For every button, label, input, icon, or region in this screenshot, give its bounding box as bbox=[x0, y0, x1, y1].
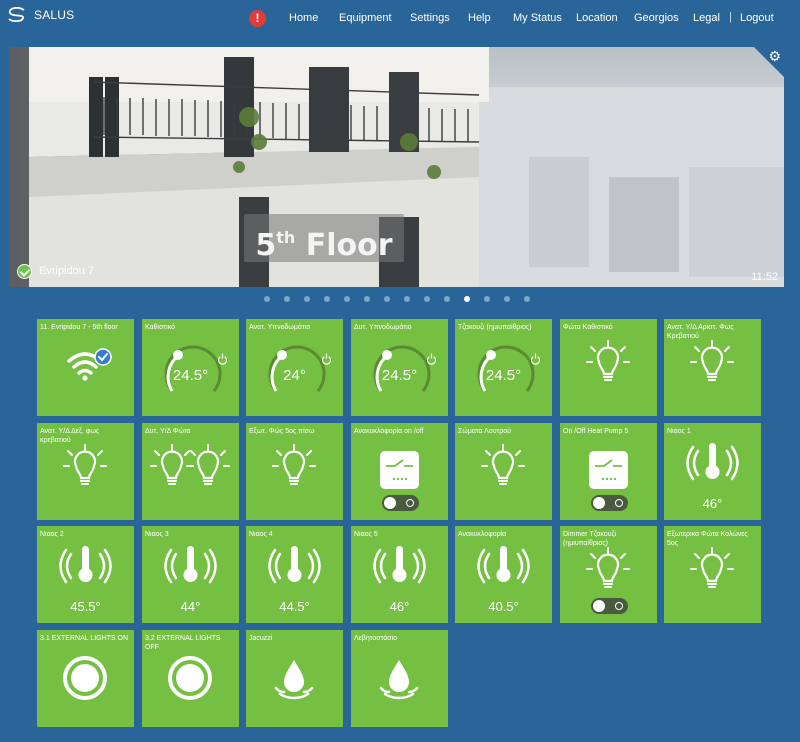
salus-logo[interactable]: SALUS bbox=[6, 7, 74, 23]
location-name: Evripidou 7 bbox=[39, 265, 95, 277]
carousel-dot[interactable] bbox=[484, 296, 490, 302]
device-tile[interactable]: Νιαος 1 46° bbox=[664, 423, 761, 520]
device-tile[interactable]: Τζακουζι (ημιυπαίθριος) 24.5° bbox=[455, 319, 552, 416]
toggle-knob bbox=[593, 497, 605, 509]
carousel-dot[interactable] bbox=[444, 296, 450, 302]
nav-equipment[interactable]: Equipment bbox=[339, 12, 392, 24]
device-tile[interactable]: Jacuzzi bbox=[246, 630, 343, 727]
toggle-knob bbox=[384, 497, 396, 509]
device-tile-value: 24° bbox=[283, 367, 306, 384]
floor-word: Floor bbox=[305, 228, 393, 263]
floor-number: 5 bbox=[255, 228, 277, 263]
power-icon[interactable] bbox=[531, 349, 541, 361]
carousel-dot[interactable] bbox=[504, 296, 510, 302]
carousel-dot[interactable] bbox=[344, 296, 350, 302]
toggle-switch[interactable] bbox=[591, 598, 628, 614]
device-tile[interactable]: Ανακυκλοφορία on /off bbox=[351, 423, 448, 520]
power-icon[interactable] bbox=[427, 349, 437, 361]
device-tile-value: 45.5° bbox=[70, 599, 101, 614]
current-time: 11:52 bbox=[751, 271, 778, 283]
nav-user[interactable]: Georgios bbox=[634, 12, 679, 24]
salus-logo-icon bbox=[8, 7, 25, 23]
device-tile[interactable]: Καθιστικό 24.5° bbox=[142, 319, 239, 416]
carousel-dot[interactable] bbox=[524, 296, 530, 302]
power-icon[interactable] bbox=[218, 349, 228, 361]
toggle-off-indicator bbox=[406, 499, 414, 507]
nav-settings[interactable]: Settings bbox=[410, 12, 450, 24]
carousel-dot[interactable] bbox=[384, 296, 390, 302]
device-tile[interactable]: Φώτα Καθιστικό bbox=[560, 319, 657, 416]
device-tile-value: 40.5° bbox=[488, 599, 519, 614]
device-tile-value: 24.5° bbox=[485, 367, 522, 384]
device-tile[interactable]: Σώματα Λουτρού bbox=[455, 423, 552, 520]
device-tile[interactable]: Νιαος 5 46° bbox=[351, 526, 448, 623]
device-tile-value: 24.5° bbox=[172, 367, 209, 384]
device-tile[interactable]: Νιαος 4 44.5° bbox=[246, 526, 343, 623]
toggle-off-indicator bbox=[615, 499, 623, 507]
carousel-dot[interactable] bbox=[324, 296, 330, 302]
logout-link[interactable]: Logout bbox=[740, 12, 774, 24]
top-nav: SALUS ! Home Equipment Settings Help My … bbox=[0, 0, 800, 38]
toggle-switch[interactable] bbox=[382, 495, 419, 511]
device-tile[interactable]: 11. Evripidou 7 - 5th floor bbox=[37, 319, 134, 416]
location-banner[interactable]: 5th Floor ⚙ Evripidou 7 11:52 bbox=[9, 47, 784, 287]
toggle-off-indicator bbox=[615, 602, 623, 610]
floor-suffix: th bbox=[276, 228, 296, 247]
gear-icon[interactable]: ⚙ bbox=[768, 49, 781, 63]
alert-icon[interactable]: ! bbox=[249, 10, 266, 27]
device-tile[interactable]: Εξωτ. Φώς 5ος πίσω bbox=[246, 423, 343, 520]
device-tile[interactable]: Λεβητοστάσιο bbox=[351, 630, 448, 727]
device-tile[interactable]: Ανατ. Υ/Δ Αριστ. Φως Κρεβατιού bbox=[664, 319, 761, 416]
device-tile[interactable]: On /Off Heat Pump 5 bbox=[560, 423, 657, 520]
nav-home[interactable]: Home bbox=[289, 12, 318, 24]
nav-legal[interactable]: Legal bbox=[693, 12, 720, 24]
device-tile[interactable]: Δυτ. Υ/Δ Φώτα bbox=[142, 423, 239, 520]
device-tile[interactable]: Ανακυκλοφορία 40.5° bbox=[455, 526, 552, 623]
carousel-dot[interactable] bbox=[284, 296, 290, 302]
device-tile[interactable]: Νιαος 2 45.5° bbox=[37, 526, 134, 623]
nav-separator: | bbox=[729, 11, 732, 23]
device-tile-value: 24.5° bbox=[381, 367, 418, 384]
device-tile-value: 46° bbox=[389, 599, 410, 614]
device-tile-value: 44° bbox=[180, 599, 201, 614]
nav-my-status[interactable]: My Status bbox=[513, 12, 562, 24]
toggle-switch[interactable] bbox=[591, 495, 628, 511]
device-tile[interactable]: Δυτ. Υπνοδωμάτιο 24.5° bbox=[351, 319, 448, 416]
device-tile[interactable]: Ανατ. Υ/Δ Δεξ. φως κρεβατιού bbox=[37, 423, 134, 520]
carousel-dots bbox=[264, 296, 544, 302]
carousel-dot[interactable] bbox=[264, 296, 270, 302]
carousel-dot[interactable] bbox=[404, 296, 410, 302]
carousel-dot[interactable] bbox=[304, 296, 310, 302]
device-tile[interactable]: Νιαος 3 44° bbox=[142, 526, 239, 623]
carousel-dot[interactable] bbox=[364, 296, 370, 302]
device-tile[interactable]: 3.1 EXTERNAL LIGHTS ON bbox=[37, 630, 134, 727]
device-tile[interactable]: 3.2 EXTERNAL LIGHTS OFF bbox=[142, 630, 239, 727]
nav-help[interactable]: Help bbox=[468, 12, 491, 24]
device-tile[interactable]: Εξωτερικα Φώτα Κολώνες 5ος bbox=[664, 526, 761, 623]
app-name: SALUS bbox=[34, 8, 75, 22]
device-tile[interactable]: Dimmer Τζακουζι (ημιυπαίθριος) bbox=[560, 526, 657, 623]
toggle-knob bbox=[593, 600, 605, 612]
carousel-dot[interactable] bbox=[464, 296, 470, 302]
check-circle-icon bbox=[17, 264, 32, 279]
device-tile-value: 44.5° bbox=[279, 599, 310, 614]
power-icon[interactable] bbox=[322, 349, 332, 361]
nav-location[interactable]: Location bbox=[576, 12, 618, 24]
device-tile[interactable]: Ανατ. Υπνοδωμάτιο 24° bbox=[246, 319, 343, 416]
floor-label: 5th Floor bbox=[244, 214, 404, 263]
device-tile-value: 46° bbox=[702, 496, 723, 511]
carousel-dot[interactable] bbox=[424, 296, 430, 302]
